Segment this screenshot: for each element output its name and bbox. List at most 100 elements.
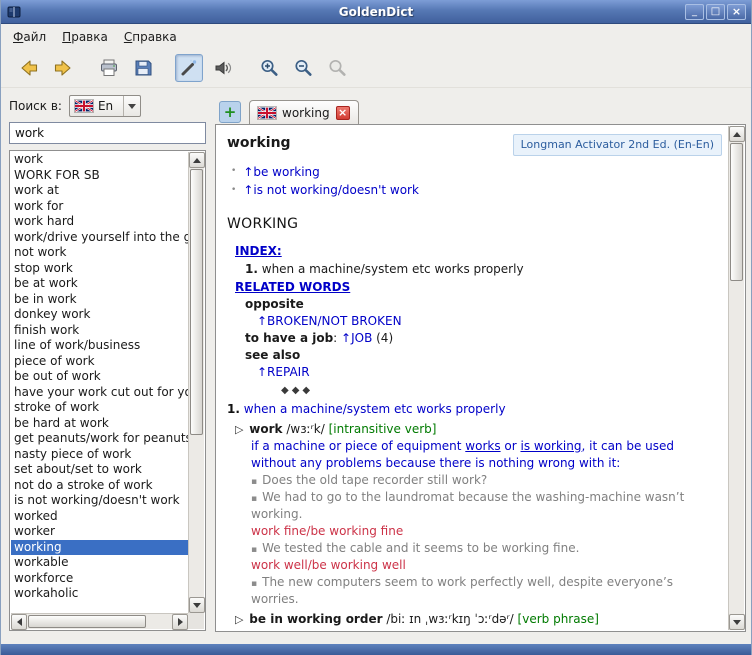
related-words-link[interactable]: RELATED WORDS	[235, 280, 350, 294]
save-article-button[interactable]	[129, 54, 157, 82]
list-item[interactable]: set about/set to work	[11, 462, 188, 478]
dictionary-group-select[interactable]: En	[69, 95, 141, 117]
toolbar	[1, 48, 751, 88]
search-in-label: Поиск в:	[9, 99, 62, 113]
list-item[interactable]: work for	[11, 199, 188, 215]
zoom-in-icon	[258, 57, 280, 79]
printer-icon	[98, 57, 120, 79]
maximize-button[interactable]: □	[706, 4, 725, 20]
list-item[interactable]: workable	[11, 555, 188, 571]
tab-label: working	[282, 106, 330, 120]
list-item[interactable]: work/drive yourself into the ground	[11, 230, 188, 246]
add-tab-button[interactable]: +	[219, 101, 241, 123]
list-item[interactable]: work	[11, 152, 188, 168]
list-item[interactable]: not do a stroke of work	[11, 478, 188, 494]
list-item[interactable]: be in work	[11, 292, 188, 308]
scroll-down-button[interactable]	[729, 614, 745, 630]
list-item[interactable]: working	[11, 540, 188, 556]
part-of-speech: [intransitive verb]	[329, 422, 437, 436]
scroll-left-button[interactable]	[11, 614, 27, 630]
window-bottom-border	[1, 644, 751, 655]
wordlist-vertical-scrollbar[interactable]	[188, 152, 204, 613]
collocation: work fine/be working fine	[251, 523, 722, 540]
entry-word: be in working order	[249, 612, 382, 626]
repair-link[interactable]: ↑REPAIR	[257, 365, 310, 379]
up-arrow-icon	[193, 158, 201, 163]
forward-button[interactable]	[49, 54, 77, 82]
right-arrow-icon	[178, 618, 183, 626]
pronunciation: /wɜːʳk/	[286, 422, 324, 436]
scroll-right-button[interactable]	[172, 614, 188, 630]
close-button[interactable]: ×	[727, 4, 746, 20]
scan-popup-toggle[interactable]	[175, 54, 203, 82]
list-item[interactable]: stop work	[11, 261, 188, 277]
works-link[interactable]: works	[465, 439, 500, 453]
list-item[interactable]: is not working/doesn't work	[11, 493, 188, 509]
down-arrow-icon	[733, 620, 741, 625]
list-item[interactable]: be hard at work	[11, 416, 188, 432]
word-list: workWORK FOR SBwork atwork forwork hardw…	[9, 150, 206, 631]
scroll-up-button[interactable]	[729, 126, 745, 142]
wordlist-vscroll-thumb[interactable]	[190, 169, 203, 435]
reference-link-row: •↑is not working/doesn't work	[231, 181, 722, 200]
print-button[interactable]	[95, 54, 123, 82]
list-item[interactable]: be out of work	[11, 369, 188, 385]
example: ▪We tested the cable and it seems to be …	[251, 540, 722, 557]
list-item[interactable]: finish work	[11, 323, 188, 339]
menu-help[interactable]: Справка	[116, 27, 185, 47]
wordlist-hscroll-thumb[interactable]	[28, 615, 146, 628]
broken-link[interactable]: ↑BROKEN/NOT BROKEN	[257, 314, 402, 328]
job-link[interactable]: ↑JOB	[341, 331, 372, 345]
reference-link[interactable]: ↑be working	[243, 163, 319, 182]
list-item[interactable]: stroke of work	[11, 400, 188, 416]
article-headword: working	[227, 134, 291, 154]
index-item: 1. when a machine/system etc works prope…	[245, 261, 722, 278]
list-item[interactable]: WORK FOR SB	[11, 168, 188, 184]
wordlist-horizontal-scrollbar[interactable]	[11, 613, 188, 629]
list-item[interactable]: worked	[11, 509, 188, 525]
pronounce-button[interactable]	[209, 54, 237, 82]
tab-close-button[interactable]: ×	[336, 106, 350, 120]
title-bar[interactable]: GoldenDict _ □ ×	[1, 0, 751, 24]
back-button[interactable]	[15, 54, 43, 82]
menu-file[interactable]: Файл	[5, 27, 54, 47]
list-item[interactable]: donkey work	[11, 307, 188, 323]
entry-marker-icon: ▷	[235, 423, 243, 436]
forward-arrow-icon	[52, 57, 74, 79]
search-input[interactable]	[9, 122, 206, 144]
reference-link[interactable]: ↑is not working/doesn't work	[243, 181, 419, 200]
is-working-link[interactable]: is working	[520, 439, 581, 453]
zoom-out-button[interactable]	[289, 54, 317, 82]
menu-bar: Файл Правка Справка	[1, 25, 751, 48]
index-link[interactable]: INDEX:	[235, 244, 282, 258]
floppy-disk-icon	[132, 57, 154, 79]
tab-working[interactable]: working ×	[249, 100, 359, 125]
article-vertical-scrollbar[interactable]	[728, 126, 744, 630]
list-item[interactable]: work hard	[11, 214, 188, 230]
dropdown-button[interactable]	[123, 96, 140, 116]
list-item[interactable]: piece of work	[11, 354, 188, 370]
list-item[interactable]: worker	[11, 524, 188, 540]
reference-links: •↑be working•↑is not working/doesn't wor…	[231, 163, 722, 200]
list-item[interactable]: workaholic	[11, 586, 188, 602]
zoom-in-button[interactable]	[255, 54, 283, 82]
list-item[interactable]: be at work	[11, 276, 188, 292]
minimize-button[interactable]: _	[685, 4, 704, 20]
list-item[interactable]: nasty piece of work	[11, 447, 188, 463]
list-item[interactable]: not work	[11, 245, 188, 261]
list-item[interactable]: get peanuts/work for peanuts	[11, 431, 188, 447]
list-item[interactable]: work at	[11, 183, 188, 199]
zoom-reset-button[interactable]	[323, 54, 351, 82]
dictionary-label[interactable]: Longman Activator 2nd Ed. (En-En)	[513, 134, 722, 156]
article-content: working Longman Activator 2nd Ed. (En-En…	[217, 126, 728, 630]
scrollbar-corner	[188, 613, 204, 629]
menu-edit[interactable]: Правка	[54, 27, 116, 47]
scroll-down-button[interactable]	[189, 597, 205, 613]
article-vscroll-thumb[interactable]	[730, 143, 743, 281]
entry-head: ▷ be in working order /biː ɪn ˌwɜːʳkɪŋ ˈ…	[235, 611, 722, 628]
list-item[interactable]: workforce	[11, 571, 188, 587]
list-item[interactable]: line of work/business	[11, 338, 188, 354]
up-arrow-icon	[733, 132, 741, 137]
list-item[interactable]: have your work cut out for you	[11, 385, 188, 401]
scroll-up-button[interactable]	[189, 152, 205, 168]
